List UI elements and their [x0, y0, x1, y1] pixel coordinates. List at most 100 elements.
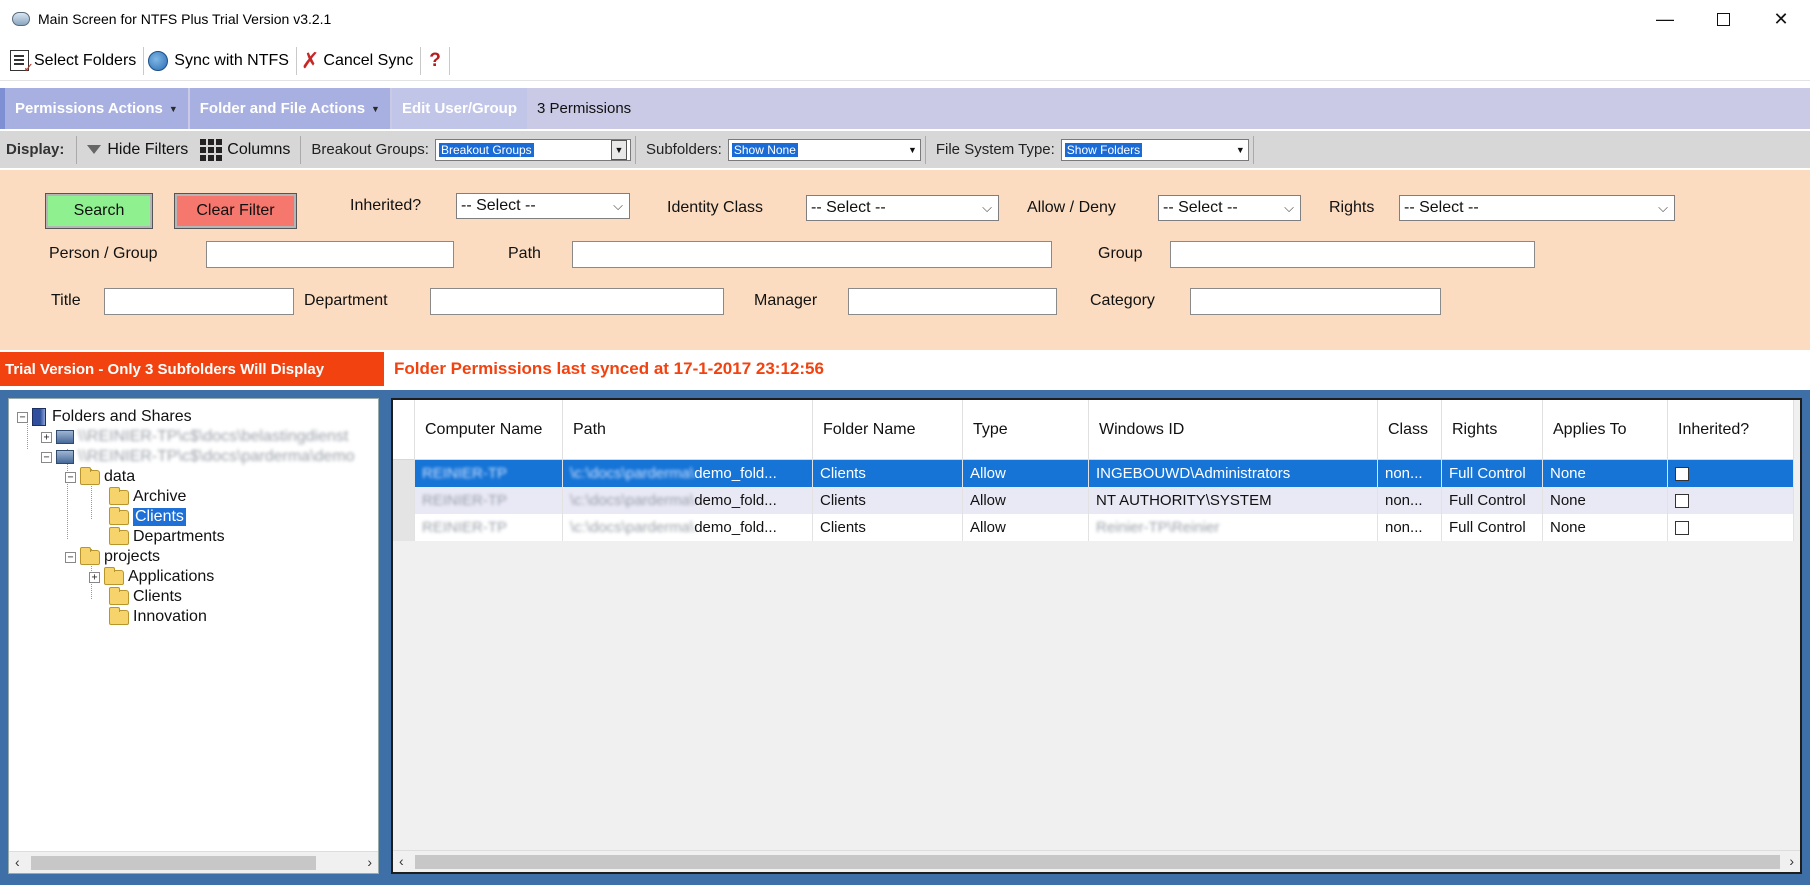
tree-share-1[interactable]: + \\REINIER-TP\c$\docs\belastingdienst: [41, 427, 348, 447]
inherited-checkbox[interactable]: [1675, 493, 1689, 508]
inherited-label: Inherited?: [350, 197, 422, 214]
department-input[interactable]: [430, 288, 724, 315]
title-input[interactable]: [104, 288, 294, 315]
cell-type: Allow: [963, 514, 1089, 541]
cell-type: Allow: [963, 460, 1089, 487]
collapse-icon[interactable]: −: [65, 551, 76, 563]
breakout-groups-dropdown[interactable]: Breakout Groups ▼: [434, 138, 631, 161]
cell-computer: REINIER-TP: [415, 514, 563, 541]
tree-folder-clients[interactable]: Clients: [109, 506, 186, 527]
cell-windows-id: INGEBOUWD\Administrators: [1089, 460, 1378, 487]
select-folders-icon: [10, 50, 34, 76]
maximize-icon: [1716, 12, 1730, 26]
cell-inherited: [1668, 514, 1794, 541]
collapse-icon[interactable]: −: [17, 411, 28, 423]
select-folders-button[interactable]: Select Folders: [6, 45, 143, 77]
path-input[interactable]: [572, 241, 1052, 268]
expand-icon[interactable]: +: [41, 431, 52, 443]
tree-horizontal-scrollbar[interactable]: ‹ ›: [9, 851, 378, 873]
cell-type: Allow: [963, 487, 1089, 514]
column-header-windows-id[interactable]: Windows ID: [1089, 400, 1378, 460]
folders-shares-icon: [32, 408, 46, 426]
subfolders-dropdown[interactable]: Show None ▼: [727, 138, 921, 161]
rights-label: Rights: [1329, 199, 1375, 216]
actions-menubar: Permissions Actions ▼ Folder and File Act…: [0, 88, 1810, 129]
column-header-path[interactable]: Path: [563, 400, 813, 460]
display-separator: [634, 135, 636, 164]
folder-file-actions-menu[interactable]: Folder and File Actions ▼: [189, 88, 390, 129]
columns-button[interactable]: Columns: [194, 138, 296, 161]
row-header-corner: [393, 400, 415, 460]
group-input[interactable]: [1170, 241, 1535, 268]
scroll-left-icon[interactable]: ‹: [399, 853, 404, 869]
clear-filter-button[interactable]: Clear Filter: [174, 193, 297, 229]
tree-root[interactable]: − Folders and Shares: [17, 407, 192, 427]
tree-share-2[interactable]: − \\REINIER-TP\c$\docs\parderma\demo: [41, 447, 355, 467]
allow-deny-select[interactable]: -- Select -- ⌵: [1158, 195, 1301, 221]
grid-horizontal-scrollbar[interactable]: ‹ ›: [393, 850, 1800, 872]
tree-folder-applications[interactable]: + Applications: [89, 566, 214, 587]
tree-folder-clients-2[interactable]: Clients: [109, 586, 182, 607]
column-header-rights[interactable]: Rights: [1442, 400, 1543, 460]
cell-path: \c:\docs\parderma\ demo_fold...: [563, 487, 813, 514]
row-header[interactable]: [393, 487, 415, 514]
maximize-button[interactable]: [1694, 0, 1752, 38]
identity-class-label: Identity Class: [667, 199, 764, 216]
column-header-applies-to[interactable]: Applies To: [1543, 400, 1668, 460]
sync-ntfs-button[interactable]: Sync with NTFS: [144, 45, 296, 77]
collapse-icon[interactable]: −: [65, 471, 76, 483]
scroll-thumb[interactable]: [31, 856, 316, 870]
cell-path: \c:\docs\parderma\ demo_fold...: [563, 460, 813, 487]
category-input[interactable]: [1190, 288, 1441, 315]
scroll-left-icon[interactable]: ‹: [15, 854, 20, 870]
row-header[interactable]: [393, 460, 415, 487]
row-header[interactable]: [393, 514, 415, 541]
title-label: Title: [51, 292, 81, 309]
column-header-folder[interactable]: Folder Name: [813, 400, 963, 460]
tree-folder-data[interactable]: − data: [65, 466, 135, 487]
scroll-thumb[interactable]: [415, 855, 1780, 869]
tree-folder-departments[interactable]: Departments: [109, 526, 225, 547]
tree-folder-projects[interactable]: − projects: [65, 546, 160, 567]
window-title: Main Screen for NTFS Plus Trial Version …: [38, 11, 332, 27]
permissions-actions-menu[interactable]: Permissions Actions ▼: [5, 88, 188, 129]
table-row[interactable]: REINIER-TP \c:\docs\parderma\ demo_fold..…: [393, 460, 1794, 487]
inherited-select[interactable]: -- Select -- ⌵: [456, 193, 630, 219]
hide-filters-button[interactable]: Hide Filters: [81, 141, 194, 159]
chevron-down-icon: ⌵: [1658, 200, 1668, 215]
cell-applies-to: None: [1543, 487, 1668, 514]
close-button[interactable]: ✕: [1752, 0, 1810, 38]
cell-computer: REINIER-TP: [415, 487, 563, 514]
tree-folder-innovation[interactable]: Innovation: [109, 606, 207, 627]
table-row[interactable]: REINIER-TP \c:\docs\parderma\ demo_fold..…: [393, 514, 1794, 541]
person-group-input[interactable]: [206, 241, 454, 268]
cell-computer: REINIER-TP: [415, 460, 563, 487]
collapse-icon[interactable]: −: [41, 451, 52, 463]
edit-user-group-menu[interactable]: Edit User/Group: [391, 88, 527, 129]
cancel-sync-button[interactable]: ✗ Cancel Sync: [297, 45, 420, 77]
column-header-computer[interactable]: Computer Name: [415, 400, 563, 460]
minimize-button[interactable]: —: [1636, 0, 1694, 38]
identity-class-select[interactable]: -- Select -- ⌵: [806, 195, 999, 221]
scroll-right-icon[interactable]: ›: [1789, 853, 1794, 869]
help-button[interactable]: ?: [421, 50, 449, 72]
rights-select[interactable]: -- Select -- ⌵: [1399, 195, 1675, 221]
search-button[interactable]: Search: [45, 193, 153, 229]
inherited-checkbox[interactable]: [1675, 520, 1689, 535]
breakout-groups-label: Breakout Groups:: [311, 141, 429, 158]
folder-icon: [80, 466, 100, 485]
display-separator: [924, 135, 926, 164]
permission-count: 3 Permissions: [536, 100, 632, 117]
fs-type-dropdown[interactable]: Show Folders ▼: [1060, 138, 1249, 161]
cell-class: non...: [1378, 487, 1442, 514]
inherited-checkbox[interactable]: [1675, 466, 1689, 481]
column-header-type[interactable]: Type: [963, 400, 1089, 460]
display-bar: Display: Hide Filters Columns Breakout G…: [0, 131, 1810, 168]
manager-input[interactable]: [848, 288, 1057, 315]
expand-icon[interactable]: +: [89, 571, 100, 583]
column-header-class[interactable]: Class: [1378, 400, 1442, 460]
tree-folder-archive[interactable]: Archive: [109, 486, 186, 507]
table-row[interactable]: REINIER-TP \c:\docs\parderma\ demo_fold..…: [393, 487, 1794, 514]
column-header-inherited[interactable]: Inherited?: [1668, 400, 1794, 460]
scroll-right-icon[interactable]: ›: [367, 854, 372, 870]
